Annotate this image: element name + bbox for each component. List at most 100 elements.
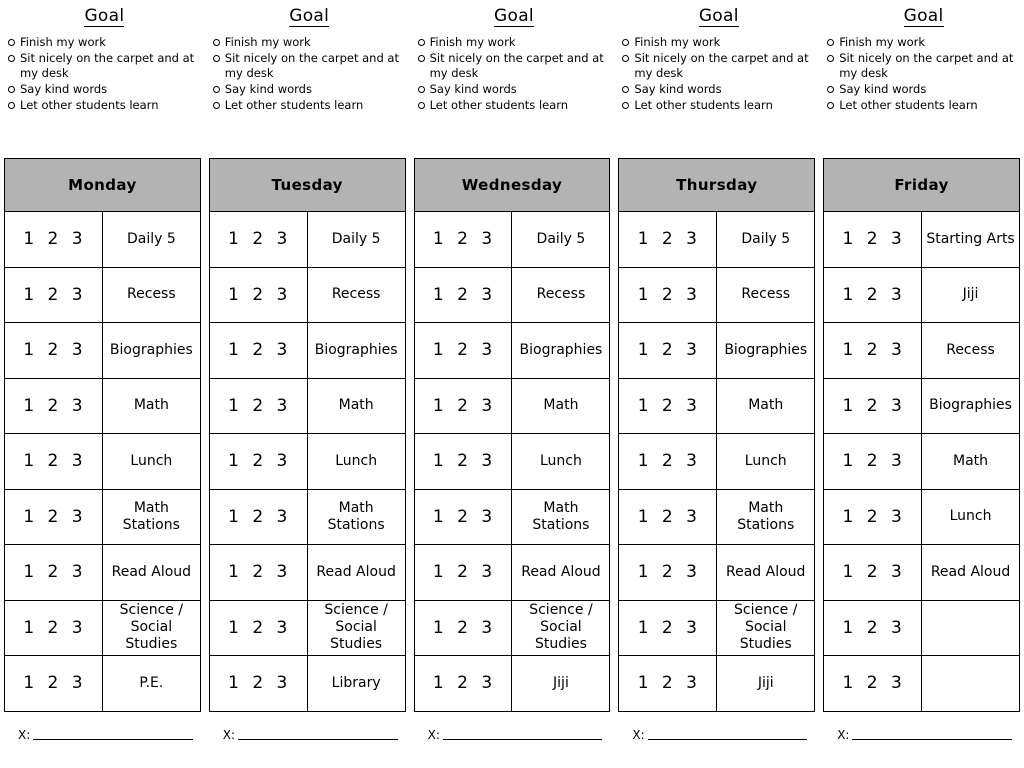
rating-scale-cell[interactable]: 1 2 3 xyxy=(823,433,923,489)
goal-checkbox-circle-icon[interactable] xyxy=(827,101,835,109)
goal-checkbox-circle-icon[interactable] xyxy=(622,85,630,93)
goal-checkbox-circle-icon[interactable] xyxy=(8,54,15,62)
goal-item[interactable]: Finish my work xyxy=(417,35,611,50)
rating-scale-cell[interactable]: 1 2 3 xyxy=(4,377,103,434)
goal-checkbox-circle-icon[interactable] xyxy=(212,54,220,62)
rating-scale-cell[interactable]: 1 2 3 xyxy=(209,433,308,489)
activity-cell: Science / Social Studies xyxy=(102,599,201,656)
goal-checkbox-circle-icon[interactable] xyxy=(417,101,425,109)
goal-checkbox-circle-icon[interactable] xyxy=(8,101,15,109)
goal-item[interactable]: Sit nicely on the carpet and at my desk xyxy=(622,51,815,81)
goal-item[interactable]: Let other students learn xyxy=(827,98,1020,113)
goal-item[interactable]: Say kind words xyxy=(827,82,1020,97)
rating-scale-cell[interactable]: 1 2 3 xyxy=(823,322,923,378)
rating-scale-cell[interactable]: 1 2 3 xyxy=(209,544,308,600)
rating-scale-cell[interactable]: 1 2 3 xyxy=(618,377,718,434)
goal-checkbox-circle-icon[interactable] xyxy=(417,54,425,62)
goal-item[interactable]: Say kind words xyxy=(417,82,611,97)
goal-item[interactable]: Sit nicely on the carpet and at my desk xyxy=(827,51,1020,81)
rating-scale-cell[interactable]: 1 2 3 xyxy=(618,433,718,489)
goal-checkbox-circle-icon[interactable] xyxy=(622,101,630,109)
rating-scale-cell[interactable]: 1 2 3 xyxy=(618,322,718,378)
goal-item[interactable]: Say kind words xyxy=(622,82,815,97)
goal-list: Finish my work Sit nicely on the carpet a… xyxy=(8,35,201,114)
rating-scale-cell[interactable]: 1 2 3 xyxy=(618,488,718,545)
rating-scale-cell[interactable]: 1 2 3 xyxy=(4,211,103,267)
rating-scale-cell[interactable]: 1 2 3 xyxy=(4,322,103,378)
rating-scale-cell[interactable]: 1 2 3 xyxy=(4,488,103,545)
goal-checkbox-circle-icon[interactable] xyxy=(622,54,630,62)
goal-checkbox-circle-icon[interactable] xyxy=(8,85,15,93)
goal-item[interactable]: Let other students learn xyxy=(212,97,406,113)
goal-item-label: Sit nicely on the carpet and at my desk xyxy=(224,50,399,80)
goal-checkbox-circle-icon[interactable] xyxy=(622,38,630,46)
goal-item[interactable]: Sit nicely on the carpet and at my desk xyxy=(8,51,201,81)
rating-scale-cell[interactable]: 1 2 3 xyxy=(414,655,513,711)
goal-item[interactable]: Finish my work xyxy=(622,35,815,50)
goal-checkbox-circle-icon[interactable] xyxy=(212,85,220,93)
signature-line[interactable] xyxy=(647,728,808,740)
schedule-row: 1 2 3 Science / Social Studies xyxy=(618,599,815,656)
rating-scale-cell[interactable]: 1 2 3 xyxy=(4,433,103,489)
rating-scale-cell[interactable]: 1 2 3 xyxy=(618,544,718,600)
goal-item[interactable]: Let other students learn xyxy=(417,98,611,113)
rating-scale-cell[interactable]: 1 2 3 xyxy=(4,266,103,323)
rating-scale-cell[interactable]: 1 2 3 xyxy=(414,211,513,267)
rating-scale-cell[interactable]: 1 2 3 xyxy=(4,599,103,656)
rating-scale-cell[interactable]: 1 2 3 xyxy=(618,655,718,711)
day-column-thursday: Thursday 1 2 3 Daily 51 2 3 Recess 1 2 3 Biog… xyxy=(614,158,819,720)
rating-scale-cell[interactable]: 1 2 3 xyxy=(209,599,308,656)
goal-item-label: Finish my work xyxy=(20,34,106,49)
rating-scale-cell[interactable]: 1 2 3 xyxy=(209,211,308,267)
rating-scale-cell[interactable]: 1 2 3 xyxy=(414,488,513,545)
rating-scale-cell[interactable]: 1 2 3 xyxy=(209,377,308,434)
rating-scale-cell[interactable]: 1 2 3 xyxy=(823,488,923,545)
signature-line[interactable] xyxy=(33,728,193,740)
goal-checkbox-circle-icon[interactable] xyxy=(827,85,835,93)
goal-item[interactable]: Say kind words xyxy=(8,82,201,97)
schedule-table: Wednesday 1 2 3 Daily 51 2 3 Recess 1 2 3 Bio… xyxy=(413,158,611,712)
rating-scale-cell[interactable]: 1 2 3 xyxy=(414,266,513,323)
goal-item[interactable]: Let other students learn xyxy=(622,98,815,113)
goal-item[interactable]: Sit nicely on the carpet and at my desk xyxy=(212,50,406,81)
goal-item[interactable]: Finish my work xyxy=(827,35,1020,50)
rating-scale-cell[interactable]: 1 2 3 xyxy=(823,377,923,434)
rating-scale-cell[interactable]: 1 2 3 xyxy=(823,266,923,323)
rating-scale-cell[interactable]: 1 2 3 xyxy=(618,266,718,323)
goal-item[interactable]: Sit nicely on the carpet and at my desk xyxy=(417,51,611,81)
rating-scale-cell[interactable]: 1 2 3 xyxy=(823,655,923,711)
goal-item-label: Let other students learn xyxy=(224,97,364,112)
signature-line[interactable] xyxy=(238,728,398,740)
rating-scale-cell[interactable]: 1 2 3 xyxy=(4,544,103,600)
goal-checkbox-circle-icon[interactable] xyxy=(827,54,835,62)
rating-scale-cell[interactable]: 1 2 3 xyxy=(823,211,923,267)
goal-item[interactable]: Finish my work xyxy=(8,35,201,50)
rating-scale-cell[interactable]: 1 2 3 xyxy=(209,488,308,545)
rating-scale-cell[interactable]: 1 2 3 xyxy=(414,377,513,434)
rating-scale-cell[interactable]: 1 2 3 xyxy=(823,544,923,600)
goal-checkbox-circle-icon[interactable] xyxy=(417,38,425,46)
rating-scale-cell[interactable]: 1 2 3 xyxy=(618,211,718,267)
rating-scale-cell[interactable]: 1 2 3 xyxy=(209,322,308,378)
goal-item[interactable]: Let other students learn xyxy=(8,98,201,113)
goal-item[interactable]: Finish my work xyxy=(212,35,406,50)
goal-block: Goal Finish my work Sit nicely on the carp… xyxy=(410,0,615,158)
goal-checkbox-circle-icon[interactable] xyxy=(212,38,220,46)
rating-scale-cell[interactable]: 1 2 3 xyxy=(414,544,513,600)
schedule-row: 1 2 3 Recess xyxy=(414,266,610,323)
goal-checkbox-circle-icon[interactable] xyxy=(8,38,15,46)
signature-line[interactable] xyxy=(852,728,1012,740)
rating-scale-cell[interactable]: 1 2 3 xyxy=(209,266,308,323)
goal-checkbox-circle-icon[interactable] xyxy=(827,38,835,46)
goal-checkbox-circle-icon[interactable] xyxy=(417,85,425,93)
rating-scale-cell[interactable]: 1 2 3 xyxy=(823,599,923,656)
rating-scale-cell[interactable]: 1 2 3 xyxy=(209,655,308,711)
rating-scale-cell[interactable]: 1 2 3 xyxy=(414,599,513,656)
rating-scale-cell[interactable]: 1 2 3 xyxy=(414,433,513,489)
signature-line[interactable] xyxy=(442,728,603,740)
goal-checkbox-circle-icon[interactable] xyxy=(212,101,220,109)
rating-scale-cell[interactable]: 1 2 3 xyxy=(618,599,718,656)
rating-scale-cell[interactable]: 1 2 3 xyxy=(4,655,103,711)
goal-item[interactable]: Say kind words xyxy=(212,82,406,97)
rating-scale-cell[interactable]: 1 2 3 xyxy=(414,322,513,378)
